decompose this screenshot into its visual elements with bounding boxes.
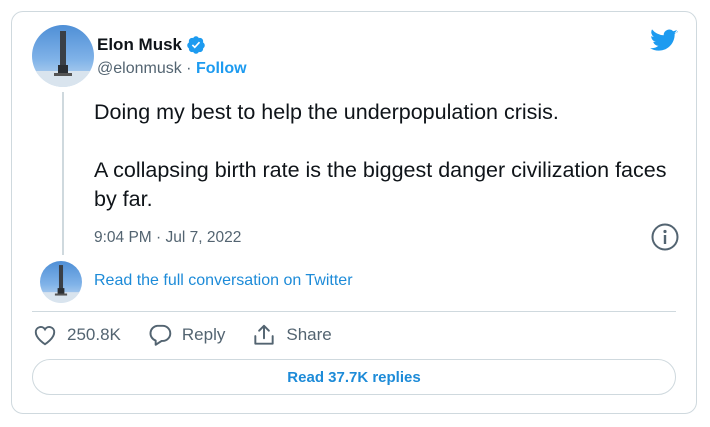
- action-bar: 250.8K Reply Share: [32, 322, 358, 348]
- read-replies-button[interactable]: Read 37.7K replies: [32, 359, 676, 395]
- divider: [32, 311, 676, 312]
- reply-icon: [149, 324, 172, 346]
- author-avatar[interactable]: [32, 25, 94, 87]
- verified-badge-icon: [187, 36, 205, 54]
- tweet-paragraph: Doing my best to help the underpopulatio…: [94, 100, 559, 124]
- share-button[interactable]: Share: [251, 322, 332, 348]
- follow-link[interactable]: Follow: [196, 60, 247, 77]
- tweet-text: Doing my best to help the underpopulatio…: [94, 98, 684, 214]
- tweet-paragraph: A collapsing birth rate is the biggest d…: [94, 158, 667, 211]
- tweet-embed-card: Elon Musk @elonmusk · Follow Doing my be…: [11, 11, 697, 414]
- reply-button[interactable]: Reply: [147, 322, 225, 348]
- twitter-bird-icon[interactable]: [650, 29, 678, 53]
- info-icon[interactable]: [650, 222, 680, 252]
- like-button[interactable]: 250.8K: [32, 322, 121, 348]
- author-handle[interactable]: @elonmusk: [97, 60, 182, 77]
- heart-icon: [34, 326, 56, 346]
- author-display-name[interactable]: Elon Musk: [97, 35, 182, 55]
- author-handle-row: @elonmusk · Follow: [97, 60, 247, 78]
- author-name-row: Elon Musk: [97, 35, 206, 55]
- share-icon: [254, 324, 275, 345]
- share-label: Share: [286, 325, 332, 344]
- reply-label: Reply: [181, 325, 226, 344]
- tweet-timestamp[interactable]: 9:04 PM · Jul 7, 2022: [94, 229, 241, 247]
- read-conversation-link[interactable]: Read the full conversation on Twitter: [94, 272, 353, 290]
- like-count: 250.8K: [67, 325, 121, 344]
- conversation-avatar[interactable]: [40, 261, 82, 303]
- handle-separator: ·: [181, 60, 196, 77]
- thread-line: [62, 92, 64, 255]
